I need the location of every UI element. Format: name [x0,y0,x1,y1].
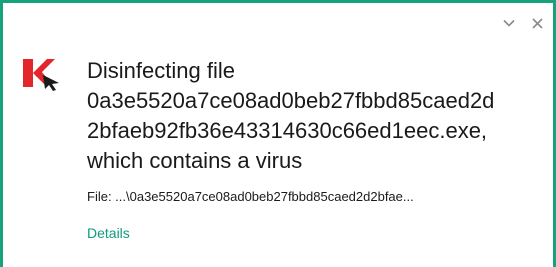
notification-content: Disinfecting file 0a3e5520a7ce08ad0beb27… [87,56,529,243]
close-icon[interactable] [531,17,543,29]
file-path-label: File: ...\0a3e5520a7ce08ad0beb27fbbd85ca… [87,189,414,204]
title-line: which contains a virus [87,148,303,173]
title-line: 0a3e5520a7ce08ad0beb27fbbd85caed2d [87,88,495,113]
title-line: 2bfaeb92fb36e43314630c66ed1eec.exe, [87,118,488,143]
notification-title: Disinfecting file 0a3e5520a7ce08ad0beb27… [87,56,529,176]
title-line: Disinfecting file [87,58,235,83]
chevron-down-icon[interactable] [503,17,515,29]
window-controls [503,17,543,29]
notification-window: Disinfecting file 0a3e5520a7ce08ad0beb27… [0,0,556,267]
kaspersky-logo-icon [21,53,63,91]
details-link[interactable]: Details [87,225,130,241]
